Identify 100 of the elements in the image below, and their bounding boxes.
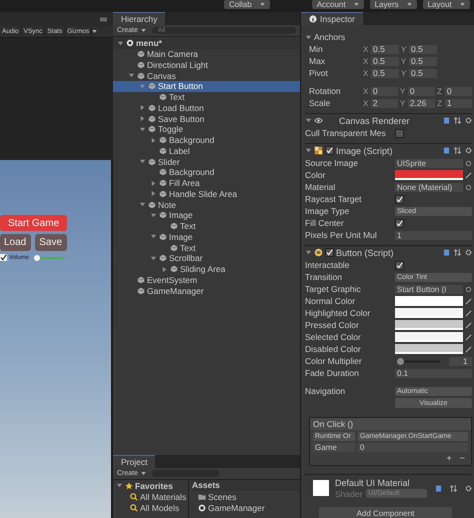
collapsed-arrow-icon[interactable] (150, 180, 157, 187)
menu-button[interactable]: Save (35, 234, 68, 251)
number-field[interactable]: 0.5 (409, 44, 437, 54)
number-field[interactable]: 1 (395, 230, 472, 240)
number-field[interactable]: 0.5 (371, 56, 399, 66)
favorite-item[interactable]: All Materials (116, 491, 188, 502)
hierarchy-item[interactable]: GameManager (113, 285, 300, 296)
hierarchy-item[interactable]: Save Button (113, 113, 300, 124)
expanded-arrow-icon[interactable] (305, 249, 312, 256)
color-field[interactable] (395, 320, 463, 330)
object-picker-icon[interactable] (465, 286, 472, 292)
hierarchy-item[interactable]: Handle Slide Area (113, 188, 300, 200)
eyedropper-icon[interactable] (465, 172, 472, 178)
color-field[interactable] (395, 332, 463, 342)
slider-handle[interactable] (397, 358, 404, 364)
project-tab[interactable]: Project (113, 455, 156, 468)
hierarchy-item[interactable]: Fill Area (113, 178, 300, 188)
color-field[interactable] (395, 344, 463, 354)
expanded-arrow-icon[interactable] (305, 117, 312, 124)
hierarchy-item[interactable]: Image (113, 210, 300, 221)
number-field[interactable]: 0.5 (371, 44, 399, 54)
checkbox[interactable] (395, 194, 404, 204)
collapsed-arrow-icon[interactable] (161, 266, 168, 273)
color-field[interactable] (395, 296, 463, 306)
number-field[interactable]: 0.5 (409, 56, 437, 66)
hierarchy-item[interactable]: Background (113, 167, 300, 178)
object-picker-icon[interactable] (465, 184, 472, 190)
object-field[interactable]: None (Material) (395, 182, 463, 192)
number-field[interactable]: 0 (370, 86, 398, 96)
hierarchy-item[interactable]: Scrollbar (113, 253, 300, 264)
checkbox[interactable] (325, 146, 334, 155)
scene-item[interactable]: menu* (113, 38, 300, 49)
object-field[interactable]: Start Button (I (395, 284, 463, 294)
expanded-arrow-icon[interactable] (128, 72, 135, 80)
menu-icon[interactable] (100, 16, 107, 22)
toolbar-button[interactable]: Account (312, 0, 364, 9)
favorites-label[interactable]: Favorites (135, 480, 173, 490)
hierarchy-item[interactable]: Image (113, 232, 300, 242)
toolbar-button[interactable]: Layers (370, 0, 417, 9)
hierarchy-item[interactable]: EventSystem (113, 274, 300, 286)
sliders-icon[interactable] (454, 147, 461, 154)
expanded-arrow-icon[interactable] (150, 212, 157, 219)
number-field[interactable]: 0 (408, 86, 435, 96)
hierarchy-item[interactable]: Text (113, 92, 300, 102)
checkbox[interactable] (395, 260, 404, 270)
collapsed-arrow-icon[interactable] (139, 115, 146, 122)
expanded-arrow-icon[interactable] (139, 126, 146, 133)
number-field[interactable]: 0 (358, 443, 468, 452)
add-component-button[interactable]: Add Component (319, 507, 452, 518)
sliders-icon[interactable] (454, 117, 461, 124)
hierarchy-item[interactable]: Slider (113, 156, 300, 167)
hierarchy-item[interactable]: Note (113, 199, 300, 210)
hierarchy-item[interactable]: Text (113, 242, 300, 253)
slider-handle[interactable] (34, 254, 40, 260)
remove-button[interactable]: − (460, 454, 465, 463)
color-field[interactable] (395, 308, 463, 318)
slider[interactable] (395, 358, 443, 364)
hierarchy-item[interactable]: Text (113, 220, 300, 232)
inspector-tab[interactable]: Inspector (301, 12, 363, 25)
add-button[interactable]: + (446, 454, 452, 463)
hierarchy-item[interactable]: Load Button (113, 102, 300, 114)
number-field[interactable]: 2.26 (408, 98, 435, 108)
expanded-arrow-icon[interactable] (150, 254, 157, 262)
hierarchy-item[interactable]: Main Camera (113, 48, 300, 60)
favorite-item[interactable]: All Models (116, 502, 188, 513)
hierarchy-item[interactable]: Label (113, 146, 300, 156)
expanded-arrow-icon[interactable] (139, 158, 146, 166)
expanded-arrow-icon[interactable] (139, 201, 146, 208)
toggle-checkbox[interactable] (0, 254, 7, 261)
object-picker-icon[interactable] (465, 160, 472, 166)
object-field[interactable]: UISprite (395, 158, 463, 168)
expanded-arrow-icon[interactable] (116, 482, 123, 489)
checkbox[interactable] (325, 248, 334, 257)
expanded-arrow-icon[interactable] (139, 82, 146, 90)
start-game-button[interactable]: Start Game (0, 215, 68, 231)
expanded-arrow-icon[interactable] (150, 233, 157, 240)
checkbox[interactable] (395, 128, 404, 138)
sliders-icon[interactable] (454, 249, 461, 256)
expanded-arrow-icon[interactable] (305, 147, 312, 154)
hierarchy-item[interactable]: Start Button (113, 81, 300, 92)
number-field[interactable]: 0 (444, 86, 472, 96)
asset-item[interactable]: Scenes (192, 491, 300, 502)
hierarchy-item[interactable]: Toggle (113, 124, 300, 135)
color-field[interactable] (395, 170, 463, 180)
number-field[interactable]: 0.5 (371, 68, 399, 78)
toolbar-button[interactable]: Collab (224, 0, 270, 9)
asset-item[interactable]: GameManager (192, 502, 300, 513)
hierarchy-tab[interactable]: Hierarchy (113, 12, 166, 25)
hierarchy-item[interactable]: Canvas (113, 70, 300, 81)
hierarchy-item[interactable]: Sliding Area (113, 264, 300, 274)
hierarchy-item[interactable]: Background (113, 134, 300, 146)
object-field[interactable]: Game (313, 443, 355, 452)
number-field[interactable]: 0.1 (395, 368, 472, 378)
checkbox[interactable] (395, 218, 404, 228)
number-field[interactable]: 1 (444, 98, 472, 108)
collapsed-arrow-icon[interactable] (150, 190, 157, 198)
menu-button[interactable]: Load (0, 234, 32, 251)
sliders-icon[interactable] (450, 484, 457, 492)
expanded-arrow-icon[interactable] (117, 40, 124, 47)
collapsed-arrow-icon[interactable] (150, 136, 157, 144)
